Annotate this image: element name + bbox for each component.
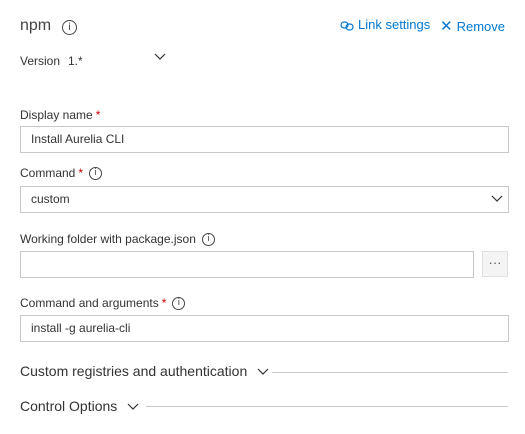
- section-divider: [272, 372, 508, 373]
- command-args-label: Command and arguments * i: [20, 296, 186, 311]
- section-title: Control Options: [20, 398, 118, 414]
- required-mark: *: [78, 166, 84, 180]
- command-label: Command * i: [20, 166, 103, 181]
- control-options-section-toggle[interactable]: Control Options: [20, 398, 139, 414]
- browse-button[interactable]: ···: [482, 251, 508, 277]
- custom-registries-section-toggle[interactable]: Custom registries and authentication: [20, 363, 269, 379]
- working-folder-input[interactable]: [20, 251, 474, 278]
- display-name-label: Display name *: [20, 108, 101, 122]
- remove-label: Remove: [456, 19, 505, 34]
- version-select[interactable]: 1.*: [68, 54, 83, 68]
- required-mark: *: [161, 296, 167, 310]
- chevron-down-icon[interactable]: [491, 192, 503, 204]
- link-icon: [340, 21, 354, 31]
- link-settings-button[interactable]: Link settings: [340, 17, 430, 32]
- section-title: Custom registries and authentication: [20, 363, 248, 379]
- chevron-down-icon: [257, 368, 269, 375]
- close-icon: ✕: [440, 17, 453, 35]
- info-icon[interactable]: i: [201, 233, 215, 247]
- info-icon[interactable]: i: [172, 297, 186, 311]
- chevron-down-icon: [127, 403, 139, 410]
- working-folder-label: Working folder with package.json i: [20, 232, 215, 247]
- remove-button[interactable]: ✕ Remove: [440, 17, 505, 35]
- required-mark: *: [95, 108, 101, 122]
- display-name-input[interactable]: Install Aurelia CLI: [20, 126, 509, 153]
- task-title: npm: [20, 17, 52, 34]
- section-divider: [146, 406, 508, 407]
- version-label: Version: [20, 54, 61, 68]
- info-icon[interactable]: i: [62, 20, 77, 35]
- chevron-down-icon[interactable]: [154, 50, 166, 62]
- command-args-input[interactable]: install -g aurelia-cli: [20, 315, 509, 342]
- link-settings-label: Link settings: [358, 17, 431, 32]
- command-select[interactable]: custom: [20, 186, 509, 213]
- info-icon[interactable]: i: [89, 167, 103, 181]
